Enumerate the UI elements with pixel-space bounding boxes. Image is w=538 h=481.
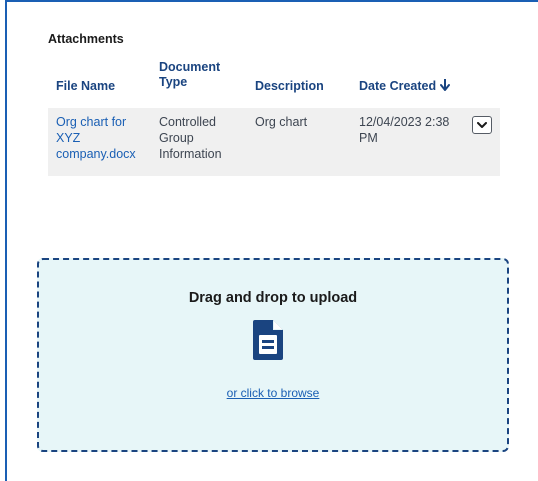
column-header-description[interactable]: Description bbox=[255, 79, 324, 94]
panel-left-border bbox=[5, 0, 7, 481]
date-created-label: Date Created bbox=[359, 79, 437, 93]
arrow-down-icon bbox=[440, 79, 451, 91]
description-cell: Org chart bbox=[255, 115, 308, 129]
panel-top-border bbox=[5, 0, 538, 2]
column-header-date-created[interactable]: Date Created bbox=[359, 79, 451, 94]
column-header-document-type[interactable]: Document Type bbox=[159, 60, 220, 90]
table-row: Org chart for XYZ company.docx Controlle… bbox=[48, 108, 500, 176]
row-actions-dropdown-button[interactable] bbox=[472, 116, 492, 134]
attachments-title: Attachments bbox=[48, 32, 124, 46]
document-type-cell: Controlled Group Information bbox=[159, 115, 222, 161]
browse-link[interactable]: or click to browse bbox=[39, 386, 507, 400]
file-name-link[interactable]: Org chart for XYZ company.docx bbox=[56, 114, 136, 162]
chevron-down-icon bbox=[477, 121, 487, 128]
dropzone-title: Drag and drop to upload bbox=[188, 290, 358, 306]
document-icon bbox=[253, 320, 283, 360]
date-created-cell: 12/04/2023 2:38 PM bbox=[359, 115, 450, 145]
column-header-file-name[interactable]: File Name bbox=[56, 79, 115, 94]
upload-dropzone[interactable]: Drag and drop to upload or click to brow… bbox=[37, 258, 509, 452]
